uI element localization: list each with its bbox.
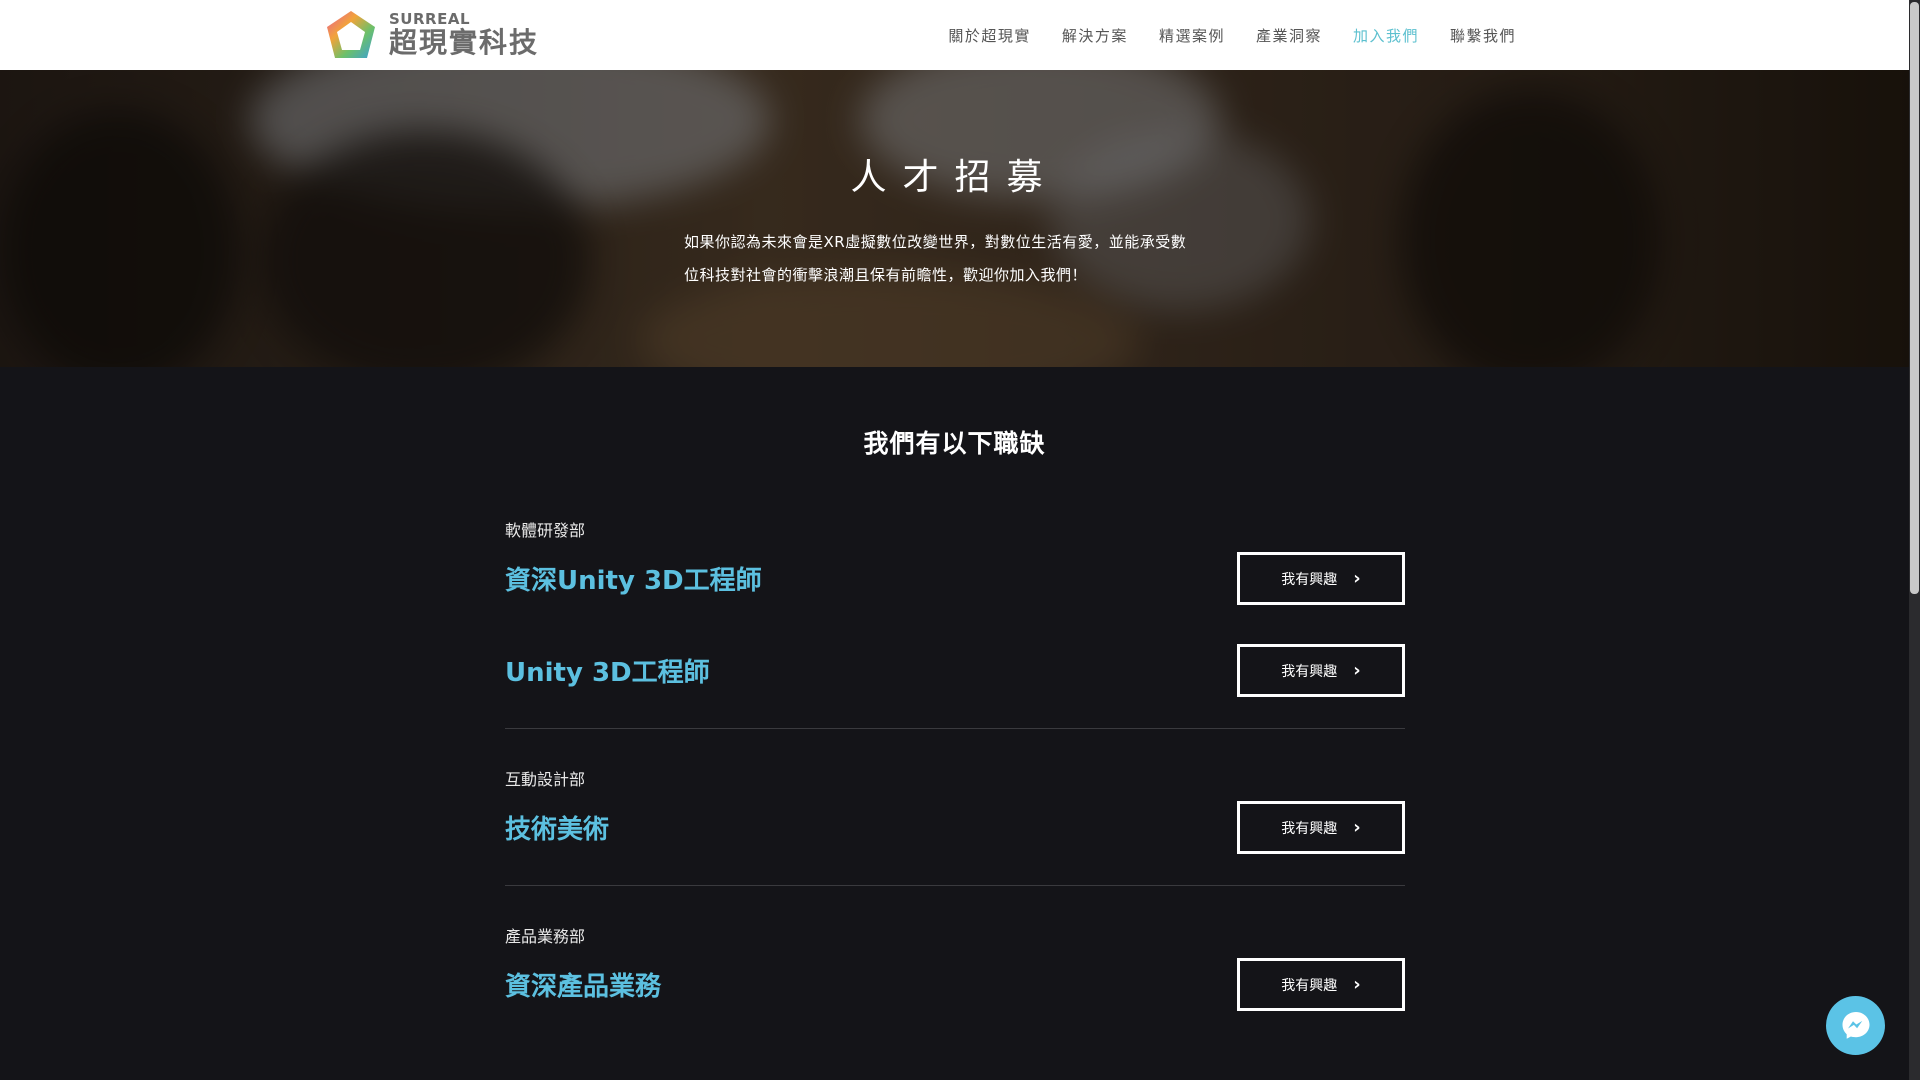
hero-banner: 人才招募 如果你認為未來會是XR虛擬數位改變世界，對數位生活有愛，並能承受數 位… [0,70,1909,367]
nav-item-join-us[interactable]: 加入我們 [1353,25,1419,46]
interested-button-label: 我有興趣 [1281,663,1338,680]
nav-item-solutions[interactable]: 解決方案 [1062,25,1128,46]
interested-button[interactable]: 我有興趣 › [1237,958,1405,1011]
brand-name-en: SURREAL [389,10,470,28]
job-row: Unity 3D工程師 我有興趣 › [505,634,1405,726]
site-header: SURREAL 超現實科技 關於超現實 解決方案 精選案例 產業洞察 加入我們 … [0,0,1909,70]
department-name: 產品業務部 [505,927,586,946]
page-scrollbar[interactable] [1909,0,1920,1080]
job-title[interactable]: 技術美術 [505,809,609,846]
logo-pentagon-icon [327,11,375,58]
department-divider [505,728,1405,729]
chevron-right-icon: › [1353,817,1361,838]
interested-button[interactable]: 我有興趣 › [1237,552,1405,605]
hero-description: 如果你認為未來會是XR虛擬數位改變世界，對數位生活有愛，並能承受數 位科技對社會… [684,226,1244,292]
nav-item-cases[interactable]: 精選案例 [1159,25,1225,46]
main-nav: 關於超現實 解決方案 精選案例 產業洞察 加入我們 聯繫我們 [948,0,1516,70]
messenger-icon [1842,1011,1869,1039]
job-title[interactable]: Unity 3D工程師 [505,652,710,689]
job-row: 資深Unity 3D工程師 我有興趣 › [505,542,1405,634]
scrollbar-thumb[interactable] [1910,2,1919,594]
hero-title: 人才招募 [850,157,1059,198]
department-name: 軟體研發部 [505,521,586,540]
job-row: 資深產品業務 我有興趣 › [505,948,1405,1040]
nav-item-about[interactable]: 關於超現實 [948,25,1031,46]
interested-button-label: 我有興趣 [1281,571,1338,588]
department-name: 互動設計部 [505,770,586,789]
interested-button[interactable]: 我有興趣 › [1237,801,1405,854]
interested-button[interactable]: 我有興趣 › [1237,644,1405,697]
job-listings: 軟體研發部 資深Unity 3D工程師 我有興趣 › Unity 3D工程師 我… [505,520,1405,1042]
jobs-section-title: 我們有以下職缺 [863,429,1046,458]
chevron-right-icon: › [1353,974,1361,995]
chevron-right-icon: › [1353,568,1361,589]
hero-text-line: 位科技對社會的衝擊浪潮且保有前瞻性，歡迎你加入我們！ [684,266,1088,284]
nav-item-contact[interactable]: 聯繫我們 [1450,25,1516,46]
brand-logo[interactable]: SURREAL 超現實科技 [323,8,539,62]
department-divider [505,885,1405,886]
job-row: 技術美術 我有興趣 › [505,791,1405,883]
interested-button-label: 我有興趣 [1281,820,1338,837]
department-product-sales: 產品業務部 資深產品業務 我有興趣 › [505,926,1405,1042]
job-title[interactable]: 資深Unity 3D工程師 [505,560,762,597]
hero-overlay [0,70,1909,367]
department-interaction-design: 互動設計部 技術美術 我有興趣 › [505,769,1405,885]
department-software: 軟體研發部 資深Unity 3D工程師 我有興趣 › Unity 3D工程師 我… [505,520,1405,728]
messenger-chat-button[interactable] [1826,996,1885,1055]
hero-text-line: 如果你認為未來會是XR虛擬數位改變世界，對數位生活有愛，並能承受數 [684,233,1187,251]
brand-name-zh: 超現實科技 [389,26,540,59]
interested-button-label: 我有興趣 [1281,977,1338,994]
chevron-right-icon: › [1353,660,1361,681]
job-title[interactable]: 資深產品業務 [505,966,661,1003]
nav-item-insights[interactable]: 產業洞察 [1256,25,1322,46]
